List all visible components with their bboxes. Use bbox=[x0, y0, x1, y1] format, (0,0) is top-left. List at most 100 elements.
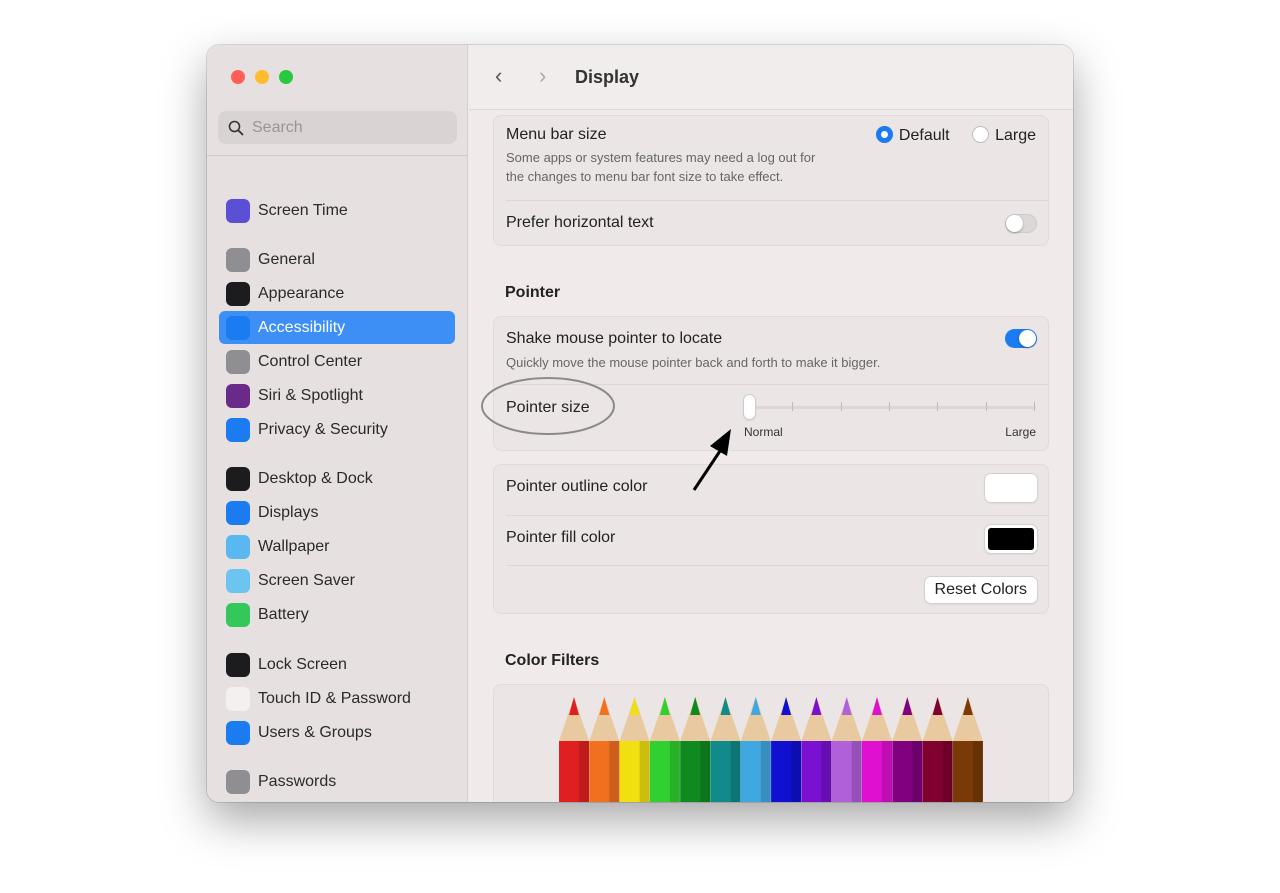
menu-bar-desc-2: the changes to menu bar font size to tak… bbox=[506, 169, 784, 184]
horizontal-text-toggle[interactable] bbox=[1005, 214, 1037, 233]
forward-button[interactable]: › bbox=[539, 63, 546, 89]
sidebar-item-touch-id-password[interactable]: Touch ID & Password bbox=[219, 682, 455, 715]
shake-desc: Quickly move the mouse pointer back and … bbox=[506, 355, 881, 370]
sidebar-item-accessibility[interactable]: Accessibility bbox=[219, 311, 455, 344]
sidebar-item-label: Displays bbox=[258, 503, 319, 521]
radio-large-label: Large bbox=[995, 127, 1036, 144]
sidebar-item-label: Siri & Spotlight bbox=[258, 386, 363, 404]
color-filters-section-title: Color Filters bbox=[505, 652, 600, 669]
users-icon bbox=[226, 720, 250, 745]
radio-large[interactable]: Large bbox=[972, 126, 1036, 144]
search-icon bbox=[228, 120, 244, 136]
sidebar-item-displays[interactable]: Displays bbox=[219, 496, 455, 529]
minimize-button[interactable] bbox=[255, 70, 269, 84]
sidebar-item-control-center[interactable]: Control Center bbox=[219, 345, 455, 378]
battery-icon bbox=[226, 602, 250, 627]
fill-color-well[interactable] bbox=[985, 525, 1037, 553]
slider-max-label: Large bbox=[1005, 425, 1036, 439]
lock-icon bbox=[226, 652, 250, 677]
sidebar-item-label: Lock Screen bbox=[258, 655, 347, 673]
slider-knob[interactable] bbox=[744, 395, 755, 419]
back-button[interactable]: ‹ bbox=[495, 63, 502, 89]
sidebar-item-label: General bbox=[258, 250, 315, 268]
pencil bbox=[680, 697, 711, 802]
pencil bbox=[952, 697, 983, 802]
gear-icon bbox=[226, 247, 250, 272]
pencil bbox=[559, 697, 589, 802]
pointer-section-title: Pointer bbox=[505, 284, 561, 301]
settings-window: Search Screen Time General Appearance Acces… bbox=[207, 45, 1073, 802]
divider bbox=[506, 200, 1048, 201]
reset-colors-button[interactable]: Reset Colors bbox=[924, 577, 1037, 603]
outline-color-well[interactable] bbox=[985, 474, 1037, 502]
divider bbox=[506, 565, 1048, 566]
pencil bbox=[862, 697, 892, 802]
sidebar-item-label: Desktop & Dock bbox=[258, 469, 373, 487]
sidebar-item-general[interactable]: General bbox=[219, 243, 455, 276]
sidebar-item-wallpaper[interactable]: Wallpaper bbox=[219, 530, 455, 563]
radio-default[interactable]: Default bbox=[875, 126, 950, 144]
sidebar-item-desktop-dock[interactable]: Desktop & Dock bbox=[219, 462, 455, 495]
search-input[interactable]: Search bbox=[218, 111, 457, 144]
sidebar-item-screen-time[interactable]: Screen Time bbox=[219, 194, 455, 227]
menu-bar-size-row: Menu bar size Some apps or system featur… bbox=[506, 126, 1036, 186]
pencil bbox=[771, 697, 802, 802]
appearance-icon bbox=[226, 281, 250, 306]
menu-bar-card: Menu bar size Some apps or system featur… bbox=[493, 115, 1049, 246]
sidebar-item-label: Privacy & Security bbox=[258, 420, 388, 438]
pencil bbox=[740, 697, 771, 802]
toolbar: ‹ › Display bbox=[469, 45, 1073, 110]
pointer-size-slider[interactable] bbox=[744, 395, 1036, 419]
sidebar-item-lock-screen[interactable]: Lock Screen bbox=[219, 648, 455, 681]
siri-icon bbox=[226, 383, 250, 408]
hand-icon bbox=[226, 417, 250, 442]
slider-tick bbox=[1034, 402, 1035, 411]
screen-saver-icon bbox=[226, 568, 250, 593]
pencil bbox=[892, 697, 923, 802]
sidebar-item-internet-accounts[interactable]: Internet Accounts bbox=[219, 799, 455, 802]
sidebar-item-users-groups[interactable]: Users & Groups bbox=[219, 716, 455, 749]
divider bbox=[506, 384, 1048, 385]
divider bbox=[506, 515, 1048, 516]
pointer-colors-card: Pointer outline color Pointer fill color… bbox=[493, 464, 1049, 614]
sidebar-item-label: Users & Groups bbox=[258, 723, 372, 741]
sidebar-item-siri-spotlight[interactable]: Siri & Spotlight bbox=[219, 379, 455, 412]
pencil bbox=[619, 697, 650, 802]
divider bbox=[207, 155, 468, 156]
sidebar-item-label: Accessibility bbox=[258, 318, 346, 336]
sun-icon bbox=[226, 500, 250, 525]
page-title: Display bbox=[575, 67, 640, 87]
sidebar-item-label: Wallpaper bbox=[258, 537, 330, 555]
close-button[interactable] bbox=[231, 70, 245, 84]
slider-tick bbox=[889, 402, 890, 411]
sidebar-item-screen-saver[interactable]: Screen Saver bbox=[219, 564, 455, 597]
sidebar-item-battery[interactable]: Battery bbox=[219, 598, 455, 631]
search-placeholder: Search bbox=[252, 118, 303, 136]
sidebar-item-label: Passwords bbox=[258, 772, 337, 790]
pencil bbox=[831, 697, 862, 802]
radio-default-label: Default bbox=[898, 127, 950, 144]
sidebar-item-label: Appearance bbox=[258, 284, 345, 302]
sidebar-item-appearance[interactable]: Appearance bbox=[219, 277, 455, 310]
content-pane: ‹ › Display Menu bar size Some apps or s… bbox=[469, 45, 1073, 802]
flower-icon bbox=[226, 534, 250, 559]
fingerprint-icon bbox=[226, 686, 250, 711]
shake-label: Shake mouse pointer to locate bbox=[506, 330, 723, 347]
pencil bbox=[589, 697, 620, 802]
sidebar: Search Screen Time General Appearance Acces… bbox=[207, 45, 468, 802]
color-pencils-image bbox=[559, 697, 983, 802]
sidebar-item-privacy-security[interactable]: Privacy & Security bbox=[219, 413, 455, 446]
slider-tick bbox=[840, 402, 842, 411]
pencil bbox=[801, 697, 832, 802]
dock-icon bbox=[226, 466, 250, 491]
color-filters-card bbox=[493, 684, 1049, 802]
shake-toggle[interactable] bbox=[1005, 329, 1037, 348]
sidebar-item-passwords[interactable]: Passwords bbox=[219, 765, 455, 798]
hourglass-icon bbox=[226, 198, 250, 223]
slider-tick bbox=[985, 402, 987, 411]
pencil bbox=[710, 697, 741, 802]
sidebar-item-label: Screen Time bbox=[258, 201, 348, 219]
sidebar-item-label: Screen Saver bbox=[258, 571, 355, 589]
outline-color-label: Pointer outline color bbox=[506, 478, 648, 495]
zoom-button[interactable] bbox=[279, 70, 293, 84]
